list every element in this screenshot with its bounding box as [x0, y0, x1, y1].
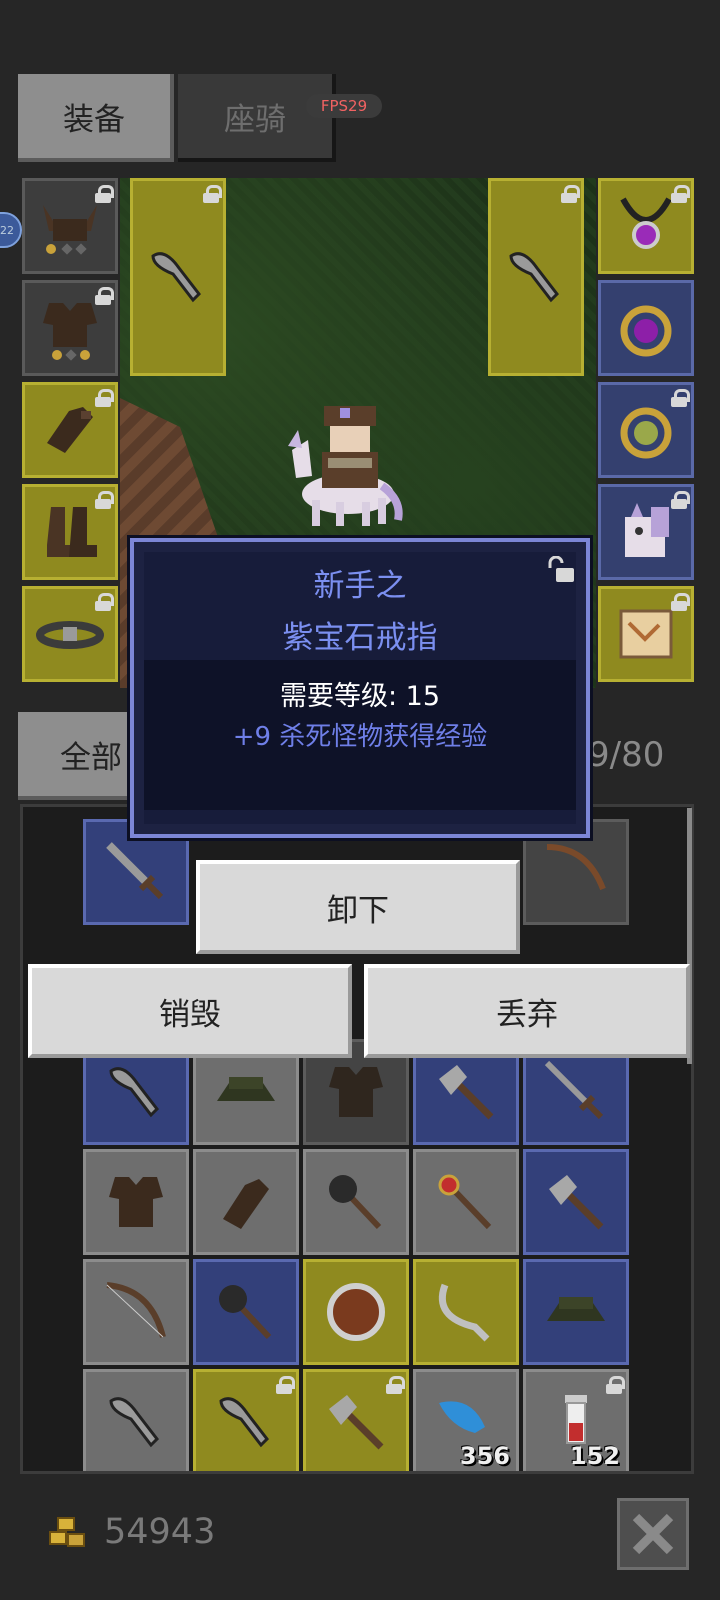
- lock-icon: [561, 185, 580, 203]
- item-requirement: 需要等级: 15: [279, 681, 441, 712]
- hat-icon: [526, 1262, 626, 1362]
- gold-amount: 54943: [104, 1512, 216, 1552]
- slot-necklace[interactable]: [598, 178, 694, 274]
- unlock-icon[interactable]: [546, 555, 576, 584]
- tab-mount[interactable]: 座骑: [178, 74, 336, 162]
- inventory-slot[interactable]: [83, 1369, 189, 1471]
- inventory-slot[interactable]: [303, 1259, 409, 1365]
- destroy-button[interactable]: 销毁: [28, 964, 352, 1058]
- leather-armor-icon: [86, 1152, 186, 1252]
- slot-armor[interactable]: [22, 280, 118, 376]
- slot-pet[interactable]: [598, 484, 694, 580]
- lock-icon: [606, 1376, 625, 1394]
- item-name: 紫宝石戒指: [282, 620, 438, 656]
- slot-helmet[interactable]: [22, 178, 118, 274]
- lock-icon: [671, 593, 690, 611]
- lock-icon: [95, 185, 114, 203]
- slot-map[interactable]: [598, 586, 694, 682]
- inventory-capacity: 9/80: [588, 735, 665, 775]
- inventory-slot[interactable]: [193, 1259, 299, 1365]
- fps-counter: FPS29: [306, 94, 382, 118]
- lock-icon: [671, 491, 690, 509]
- filter-all-button[interactable]: 全部: [18, 712, 148, 800]
- lock-icon: [276, 1376, 295, 1394]
- mace-icon: [306, 1152, 406, 1252]
- club-icon: [491, 181, 581, 373]
- discard-button[interactable]: 丢弃: [364, 964, 690, 1058]
- inventory-slot[interactable]: [83, 1259, 189, 1365]
- mace-icon: [196, 1262, 296, 1362]
- close-icon: [632, 1513, 674, 1555]
- tab-equipment[interactable]: 装备: [18, 74, 174, 162]
- slot-off-hand[interactable]: [488, 178, 584, 376]
- unequip-button[interactable]: 卸下: [196, 860, 520, 954]
- staff-icon: [416, 1152, 516, 1252]
- lock-icon: [203, 185, 222, 203]
- slot-main-hand[interactable]: [130, 178, 226, 376]
- slot-ring-2[interactable]: [598, 382, 694, 478]
- lock-icon: [95, 389, 114, 407]
- inventory-slot[interactable]: [83, 1149, 189, 1255]
- inventory-slot[interactable]: [523, 1259, 629, 1365]
- lock-icon: [671, 185, 690, 203]
- inventory-slot[interactable]: [413, 1259, 519, 1365]
- item-tooltip: 新手之 紫宝石戒指 需要等级: 15 +9 杀死怪物获得经验: [130, 538, 590, 838]
- gold-coins-icon: [48, 1516, 88, 1552]
- slot-gloves[interactable]: [22, 382, 118, 478]
- inventory-slot[interactable]: [523, 1149, 629, 1255]
- close-button[interactable]: [617, 1498, 689, 1570]
- level-badge: 22: [0, 212, 22, 248]
- axe-icon: [526, 1152, 626, 1252]
- scimitar-icon: [416, 1262, 516, 1362]
- slot-belt[interactable]: [22, 586, 118, 682]
- inventory-slot[interactable]: [303, 1149, 409, 1255]
- inventory-slot[interactable]: [413, 1149, 519, 1255]
- lock-icon: [671, 389, 690, 407]
- club-icon: [86, 1372, 186, 1471]
- lock-icon: [95, 287, 114, 305]
- lock-icon: [386, 1376, 405, 1394]
- inventory-slot[interactable]: 152: [523, 1369, 629, 1471]
- stack-count: 356: [459, 1442, 510, 1470]
- slot-boots[interactable]: [22, 484, 118, 580]
- inventory-slot[interactable]: [193, 1149, 299, 1255]
- inventory-slot[interactable]: [303, 1369, 409, 1471]
- lock-icon: [95, 491, 114, 509]
- shield-icon: [306, 1262, 406, 1362]
- inventory-slot[interactable]: 356: [413, 1369, 519, 1471]
- stack-count: 152: [569, 1442, 620, 1470]
- club-icon: [133, 181, 223, 373]
- item-name-prefix: 新手之: [313, 568, 407, 604]
- gloves-icon: [196, 1152, 296, 1252]
- lock-icon: [95, 593, 114, 611]
- purple-ring-icon: [601, 283, 691, 373]
- inventory-slot[interactable]: [193, 1369, 299, 1471]
- item-bonus: +9 杀死怪物获得经验: [232, 722, 488, 752]
- slot-ring-1[interactable]: [598, 280, 694, 376]
- hero-on-unicorn: [278, 390, 418, 530]
- bow-icon: [86, 1262, 186, 1362]
